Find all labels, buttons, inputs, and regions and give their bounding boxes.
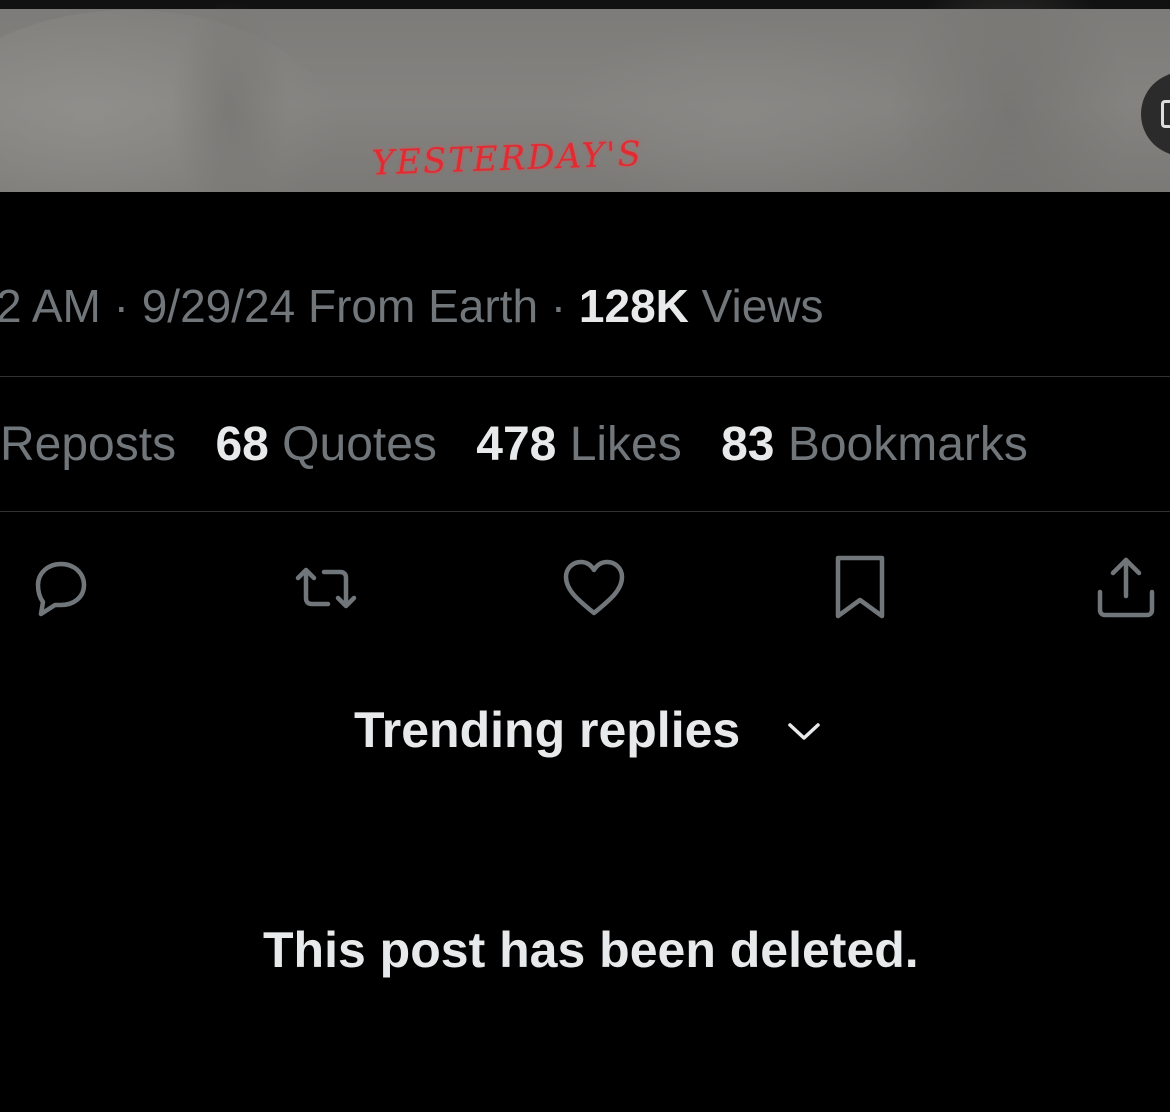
post-stats: Reposts 68 Quotes 478 Likes 83 Bookmarks bbox=[0, 418, 1054, 472]
expand-icon bbox=[1161, 100, 1170, 128]
stat-label: Quotes bbox=[268, 418, 437, 471]
stat-reposts[interactable]: Reposts bbox=[0, 418, 176, 471]
replies-sort-label[interactable]: Trending replies bbox=[354, 700, 740, 760]
reply-button[interactable] bbox=[24, 552, 96, 624]
meta-separator: · bbox=[538, 280, 579, 332]
views-label: Views bbox=[688, 280, 824, 332]
share-upload-icon bbox=[1097, 557, 1155, 618]
stat-likes[interactable]: 478 Likes bbox=[476, 418, 681, 471]
stat-quotes[interactable]: 68 Quotes bbox=[215, 418, 436, 471]
post-meta: 2 AM · 9/29/24 From Earth · 128K Views bbox=[0, 280, 824, 332]
chevron-down-icon bbox=[788, 723, 820, 740]
repost-button[interactable] bbox=[290, 552, 362, 624]
meta-separator: · bbox=[100, 280, 142, 332]
stat-bookmarks[interactable]: 83 Bookmarks bbox=[721, 418, 1028, 471]
bookmark-button[interactable] bbox=[824, 552, 896, 624]
deleted-post-notice: This post has been deleted. bbox=[263, 922, 919, 978]
bookmark-icon bbox=[835, 555, 885, 619]
reply-bubble-icon bbox=[35, 561, 87, 617]
shirt-fold bbox=[890, 0, 1130, 192]
repost-arrows-icon bbox=[295, 567, 357, 609]
like-button[interactable] bbox=[558, 552, 630, 624]
stat-label: Likes bbox=[556, 418, 682, 471]
divider bbox=[0, 376, 1170, 377]
post-time: 2 AM bbox=[0, 280, 101, 332]
media-expand-button[interactable] bbox=[1141, 72, 1170, 156]
post-date: 9/29/24 bbox=[141, 280, 296, 332]
stat-count: 68 bbox=[215, 418, 269, 471]
stat-count: 83 bbox=[721, 418, 775, 471]
post-media[interactable]: YESTERDAY'S bbox=[0, 0, 1170, 192]
divider bbox=[0, 511, 1170, 512]
stat-label: Reposts bbox=[0, 418, 177, 471]
shirt-logo-text: YESTERDAY'S bbox=[371, 134, 644, 184]
share-button[interactable] bbox=[1090, 552, 1162, 624]
replies-sort-dropdown[interactable] bbox=[784, 716, 824, 746]
shirt-fold bbox=[170, 0, 290, 192]
stat-label: Bookmarks bbox=[774, 418, 1028, 471]
stat-count: 478 bbox=[476, 418, 557, 471]
post-location: From Earth bbox=[295, 280, 539, 332]
views-count: 128K bbox=[578, 280, 689, 332]
heart-icon bbox=[563, 559, 625, 616]
